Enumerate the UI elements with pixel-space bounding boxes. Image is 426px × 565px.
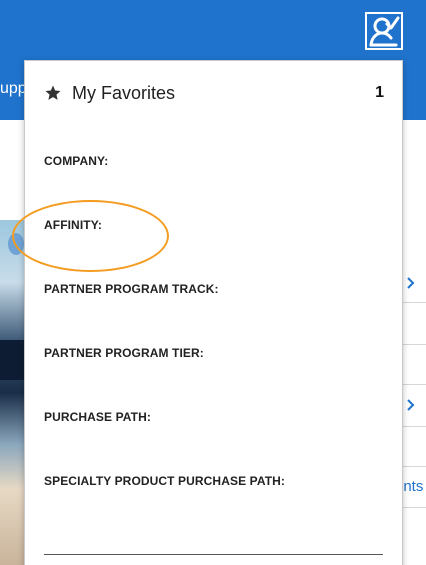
user-check-icon	[369, 16, 400, 47]
highlight-annotation-ellipse	[12, 200, 169, 272]
list-divider	[403, 507, 426, 508]
background-link-list: ents	[395, 262, 426, 565]
list-divider	[403, 384, 426, 385]
favorites-count: 1	[375, 84, 384, 101]
list-divider	[403, 426, 426, 427]
field-label-partner-program-track: PARTNER PROGRAM TRACK:	[44, 282, 219, 296]
favorites-title: My Favorites	[72, 83, 176, 103]
chevron-right-icon[interactable]	[406, 276, 416, 290]
field-label-specialty-product-purchase-path: SPECIALTY PRODUCT PURCHASE PATH:	[44, 474, 285, 488]
list-divider	[403, 302, 426, 303]
list-divider	[403, 344, 426, 345]
field-label-company: COMPANY:	[44, 154, 109, 168]
list-divider	[403, 466, 426, 467]
favorites-dropdown-panel: My Favorites 1 COMPANY: AFFINITY: PARTNE…	[24, 60, 403, 565]
field-label-purchase-path: PURCHASE PATH:	[44, 410, 151, 424]
panel-divider	[44, 554, 383, 555]
chevron-right-icon[interactable]	[406, 398, 416, 412]
hero-image-detail	[0, 340, 24, 380]
nav-item-partial[interactable]: upp	[0, 80, 27, 98]
field-label-partner-program-tier: PARTNER PROGRAM TIER:	[44, 346, 204, 360]
user-account-button[interactable]	[365, 12, 403, 50]
favorites-header: My Favorites 1	[44, 83, 384, 105]
hero-image	[0, 220, 24, 565]
star-icon	[45, 85, 61, 100]
page: upp ents My Favorites 1 COMPANY: AFFINIT…	[0, 0, 426, 565]
